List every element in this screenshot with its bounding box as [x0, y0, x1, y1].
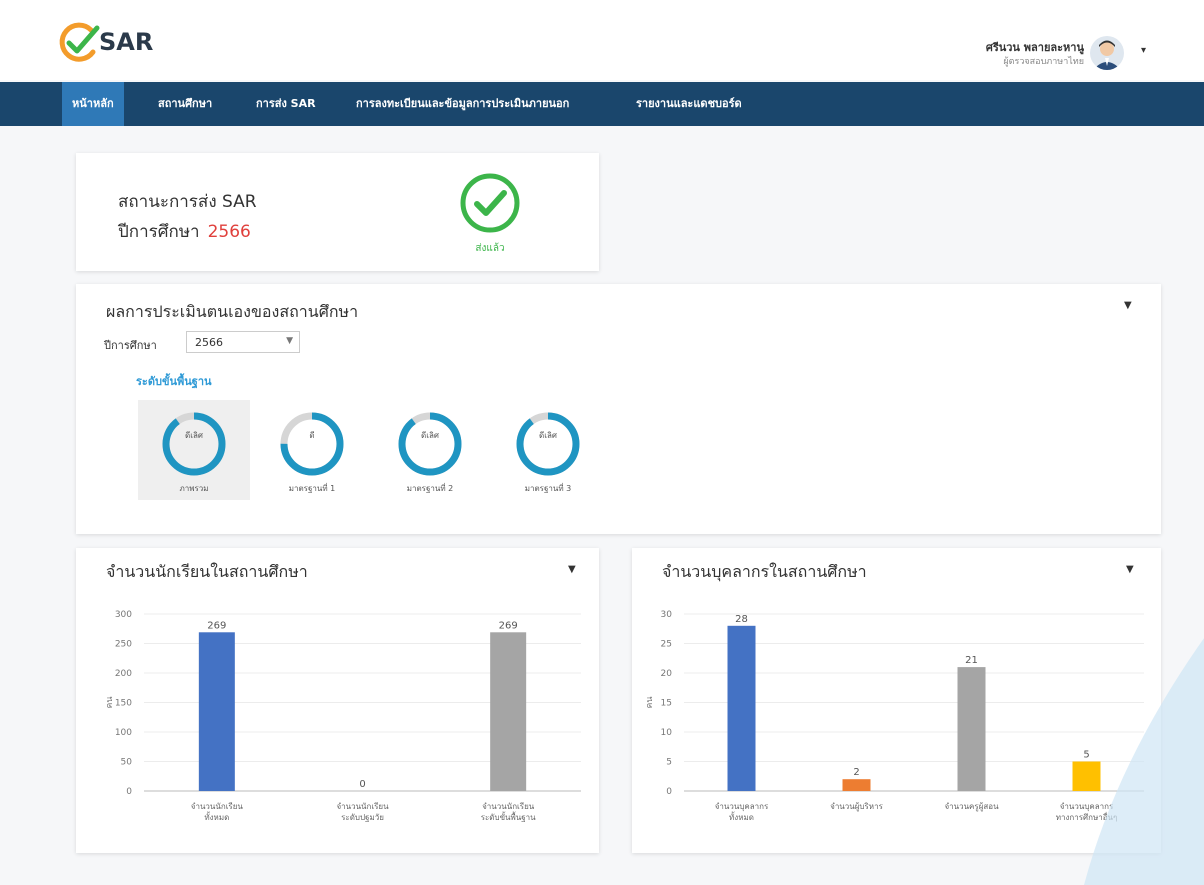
- staff-chart-card: จำนวนบุคลากรในสถานศึกษา ▼ 0 5 10 15 20 25 30 คน…: [632, 548, 1161, 853]
- category-label: จำนวนผู้บริหาร: [830, 802, 883, 812]
- self-assessment-card: ผลการประเมินตนเองของสถานศึกษา ▼ ปีการศึก…: [76, 284, 1161, 534]
- donut-standard-0[interactable]: ดีเลิศภาพรวม: [138, 400, 250, 500]
- staff-bar-chart: 0 5 10 15 20 25 30 คน 28 จำนวนบุคลากรทั้งหมด 2 จำนว…: [645, 610, 1144, 822]
- donut-standard-3[interactable]: ดีเลิศมาตรฐานที่ 3: [492, 400, 604, 500]
- y-tick-label: 50: [121, 758, 133, 768]
- donut-center-text: ดีเลิศ: [539, 431, 557, 440]
- status-year-value: 2566: [207, 222, 251, 242]
- donut-standard-2[interactable]: ดีเลิศมาตรฐานที่ 2: [374, 400, 486, 500]
- level-title: ระดับขั้นพื้นฐาน: [136, 375, 212, 388]
- y-tick-label: 5: [666, 758, 672, 768]
- donut-center-text: ดี: [309, 431, 315, 440]
- top-header: SAR ศรีนวน พลายละหานู ผู้ตรวจสอบภาษาไทย …: [0, 0, 1204, 80]
- bar-value-label: 2: [853, 767, 859, 778]
- user-role: ผู้ตรวจสอบภาษาไทย: [1003, 57, 1084, 67]
- sar-status-card: สถานะการส่ง SAR ปีการศึกษา 2566 ส่งแล้ว: [76, 153, 599, 271]
- chevron-down-icon: ▼: [286, 336, 293, 346]
- assessment-title: ผลการประเมินตนเองของสถานศึกษา: [106, 302, 359, 321]
- donut-arc: [516, 412, 580, 476]
- bar-value-label: 21: [965, 655, 978, 666]
- y-axis-label: คน: [105, 696, 115, 708]
- y-tick-label: 200: [115, 669, 132, 679]
- category-label: ทั้งหมด: [204, 811, 229, 822]
- chevron-down-icon[interactable]: ▾: [1141, 45, 1146, 56]
- year-select-value: 2566: [195, 336, 223, 349]
- category-label: ระดับปฐมวัย: [341, 813, 384, 822]
- status-year: ปีการศึกษา 2566: [118, 218, 251, 245]
- students-bar-chart: 050100150200250300คน269จำนวนนักเรียนทั้ง…: [105, 610, 581, 822]
- category-label: ระดับขั้นพื้นฐาน: [481, 811, 536, 822]
- nav-sar-submission[interactable]: การส่ง SAR: [246, 82, 326, 126]
- sar-logo[interactable]: SAR: [57, 22, 177, 64]
- bar: [842, 779, 871, 791]
- category-label: จำนวนนักเรียน: [336, 802, 389, 811]
- assessment-year-label: ปีการศึกษา: [104, 339, 157, 352]
- donut-label: มาตรฐานที่ 2: [406, 484, 454, 493]
- category-label: จำนวนครูผู้สอน: [944, 802, 999, 812]
- y-tick-label: 150: [115, 699, 132, 709]
- students-chart-card: จำนวนนักเรียนในสถานศึกษา ▼ 0 50 100 150 200 2…: [76, 548, 599, 853]
- y-tick-label: 300: [115, 610, 132, 620]
- donut-arc: [398, 412, 462, 476]
- donut-ring: [516, 412, 580, 476]
- donut-label: มาตรฐานที่ 1: [288, 484, 336, 493]
- avatar[interactable]: [1090, 36, 1124, 70]
- bar-value-label: 0: [359, 779, 365, 790]
- bar-value-label: 269: [207, 620, 226, 631]
- donut-label: มาตรฐานที่ 3: [524, 484, 572, 493]
- decorative-swoosh: [1084, 638, 1204, 885]
- status-caption: ส่งแล้ว: [475, 243, 505, 254]
- category-label: จำนวนนักเรียน: [191, 802, 244, 811]
- bar: [727, 625, 756, 791]
- donut-ring: [398, 412, 462, 476]
- caret-down-icon[interactable]: ▼: [1124, 300, 1132, 311]
- donut-ring: [162, 412, 226, 476]
- donut-center-text: ดีเลิศ: [185, 431, 203, 440]
- nav-schools[interactable]: สถานศึกษา: [148, 82, 222, 126]
- logo-check-icon: [59, 22, 100, 62]
- donut-arc: [162, 412, 226, 476]
- main-nav: หน้าหลัก สถานศึกษา การส่ง SAR การลงทะเบี…: [0, 82, 1204, 126]
- user-menu[interactable]: ศรีนวน พลายละหานู ผู้ตรวจสอบภาษาไทย ▾: [904, 30, 1164, 70]
- status-year-label: ปีการศึกษา: [118, 222, 200, 242]
- donut-label: ภาพรวม: [179, 484, 209, 493]
- status-label: สถานะการส่ง SAR: [118, 192, 257, 212]
- bar: [490, 632, 527, 791]
- category-label: จำนวนนักเรียน: [482, 802, 535, 811]
- bar-value-label: 269: [499, 620, 518, 631]
- y-tick-label: 250: [115, 640, 132, 650]
- check-circle-icon: [460, 173, 520, 233]
- user-avatar-icon: [1093, 40, 1121, 70]
- year-select[interactable]: 2566 ▼: [186, 331, 300, 353]
- logo-text: SAR: [99, 28, 154, 56]
- y-tick-label: 100: [115, 728, 132, 738]
- y-tick-label: 0: [126, 787, 132, 797]
- bar: [198, 632, 235, 791]
- y-tick-label: 30: [661, 610, 673, 620]
- bar: [957, 667, 986, 791]
- y-tick-label: 25: [661, 640, 672, 650]
- nav-registration[interactable]: การลงทะเบียนและข้อมูลการประเมินภายนอก: [346, 82, 579, 126]
- nav-reports[interactable]: รายงานและแดชบอร์ด: [626, 82, 752, 126]
- bar-value-label: 28: [735, 614, 748, 625]
- category-label: จำนวนบุคลากร: [715, 802, 769, 811]
- y-tick-label: 20: [661, 669, 673, 679]
- donut-ring: [280, 412, 344, 476]
- nav-home[interactable]: หน้าหลัก: [62, 82, 124, 126]
- category-label: ทั้งหมด: [729, 811, 754, 822]
- y-tick-label: 15: [661, 699, 672, 709]
- y-axis-label: คน: [645, 696, 655, 708]
- y-tick-label: 10: [661, 728, 673, 738]
- y-tick-label: 0: [666, 787, 672, 797]
- donut-center-text: ดีเลิศ: [421, 431, 439, 440]
- donut-standard-1[interactable]: ดีมาตรฐานที่ 1: [256, 400, 368, 500]
